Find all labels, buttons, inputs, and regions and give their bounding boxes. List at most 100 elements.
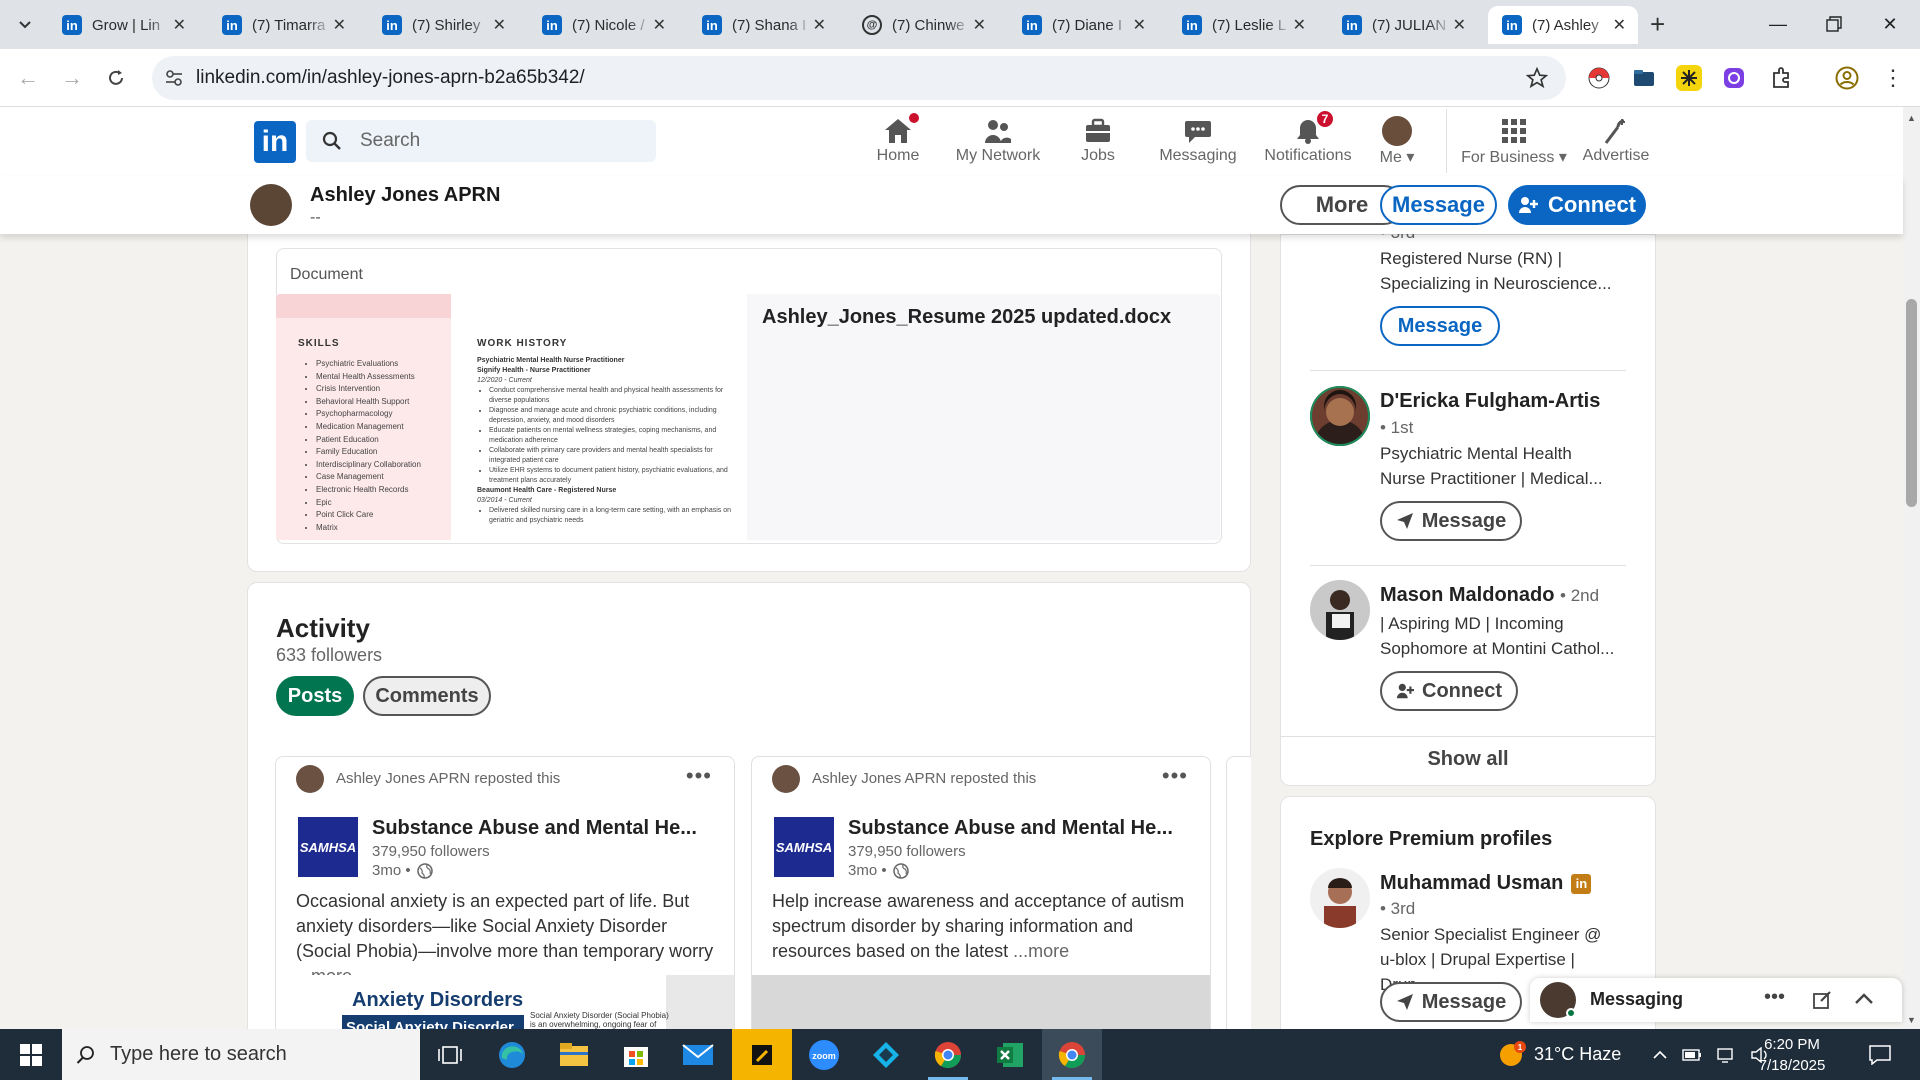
close-tab-icon[interactable]: ✕ (1453, 15, 1466, 35)
browser-tab[interactable]: @ (7) Chinwe ✕ (848, 6, 998, 44)
forward-button[interactable]: → (56, 62, 88, 94)
folder-extension-icon[interactable] (1631, 65, 1657, 91)
browser-tab[interactable]: in (7) Shirley ✕ (368, 6, 518, 44)
sticky-notes-icon[interactable] (732, 1029, 792, 1080)
minimize-button[interactable]: — (1750, 0, 1806, 48)
restore-button[interactable] (1806, 0, 1862, 48)
start-button[interactable] (0, 1029, 62, 1080)
linkedin-logo-icon[interactable]: in (254, 121, 296, 163)
messaging-overlay[interactable]: Messaging ••• (1530, 978, 1902, 1022)
page-scrollbar[interactable]: ▲ ▼ (1903, 107, 1920, 1029)
close-tab-icon[interactable]: ✕ (973, 15, 986, 35)
reload-button[interactable] (100, 62, 132, 94)
back-button[interactable]: ← (12, 62, 44, 94)
weather-widget[interactable]: 1 31°C Haze (1496, 1029, 1621, 1080)
close-tab-icon[interactable]: ✕ (1613, 15, 1626, 35)
chrome-active-icon[interactable] (1042, 1029, 1102, 1080)
scroll-down-arrow-icon[interactable]: ▼ (1907, 1015, 1916, 1025)
tab-comments[interactable]: Comments (363, 676, 491, 716)
samhsa-logo[interactable]: SAMHSA (774, 817, 834, 877)
close-tab-icon[interactable]: ✕ (1133, 15, 1146, 35)
browser-tab[interactable]: in (7) Nicole / ✕ (528, 6, 678, 44)
browser-tab[interactable]: in (7) Timarra ✕ (208, 6, 358, 44)
browser-tab[interactable]: in Grow | Lin ✕ (48, 6, 198, 44)
see-more-link[interactable]: ...more (1013, 941, 1069, 961)
followers-count[interactable]: 633 followers (276, 645, 382, 666)
org-name[interactable]: Substance Abuse and Mental He... (372, 817, 712, 840)
samhsa-logo[interactable]: SAMHSA (298, 817, 358, 877)
nav-messaging[interactable]: Messaging (1150, 115, 1246, 165)
compose-icon[interactable] (1812, 990, 1832, 1010)
nav-me[interactable]: Me ▾ (1372, 115, 1422, 167)
messaging-menu-icon[interactable]: ••• (1764, 986, 1785, 1009)
connect-button[interactable]: Connect (1508, 185, 1646, 225)
activity-post[interactable]: Ashley Jones APRN reposted this ••• SAMH… (751, 756, 1211, 1056)
person-name-row[interactable]: Muhammad Usman in (1380, 872, 1592, 895)
message-button[interactable]: Message (1380, 501, 1522, 541)
search-input[interactable]: Search (306, 120, 656, 162)
connect-button[interactable]: Connect (1380, 671, 1518, 711)
close-tab-icon[interactable]: ✕ (813, 15, 826, 35)
extensions-puzzle-icon[interactable] (1768, 65, 1794, 91)
close-tab-icon[interactable]: ✕ (1293, 15, 1306, 35)
person-name-row[interactable]: Mason Maldonado • 2nd (1380, 584, 1599, 607)
notification-center-icon[interactable] (1852, 1029, 1908, 1080)
taskbar-search-input[interactable]: Type here to search (62, 1029, 420, 1080)
message-button[interactable]: Message (1380, 185, 1497, 225)
browser-tab-active[interactable]: in (7) Ashley ✕ (1488, 6, 1638, 44)
kodi-icon[interactable] (856, 1029, 916, 1080)
tab-posts[interactable]: Posts (276, 676, 354, 716)
taskbar-clock[interactable]: 6:20 PM 7/18/2025 (1750, 1034, 1834, 1076)
nav-for-business[interactable]: For Business ▾ (1456, 115, 1572, 167)
bookmark-star-icon[interactable] (1526, 67, 1548, 89)
nav-notifications[interactable]: 7 Notifications (1252, 109, 1364, 165)
browser-tab[interactable]: in (7) Leslie L ✕ (1168, 6, 1318, 44)
network-icon[interactable] (1716, 1047, 1736, 1063)
org-name[interactable]: Substance Abuse and Mental He... (848, 817, 1188, 840)
activity-post[interactable]: Ashley Jones APRN reposted this ••• SAMH… (275, 756, 735, 1056)
show-all-button[interactable]: Show all (1280, 748, 1656, 771)
spark-extension-icon[interactable] (1676, 65, 1702, 91)
nav-advertise[interactable]: Advertise (1580, 115, 1652, 165)
post-menu-icon[interactable]: ••• (686, 763, 712, 789)
mail-icon[interactable] (668, 1029, 728, 1080)
person-avatar[interactable] (1310, 580, 1370, 640)
browser-tab[interactable]: in (7) JULIAN ✕ (1328, 6, 1478, 44)
person-avatar[interactable] (1310, 868, 1370, 928)
tab-search-button[interactable] (8, 10, 42, 40)
close-tab-icon[interactable]: ✕ (173, 15, 186, 35)
close-tab-icon[interactable]: ✕ (653, 15, 666, 35)
profile-icon[interactable] (1834, 65, 1860, 91)
browser-tab[interactable]: in (7) Diane I ✕ (1008, 6, 1158, 44)
message-button[interactable]: Message (1380, 982, 1522, 1022)
scroll-up-arrow-icon[interactable]: ▲ (1907, 113, 1916, 123)
edge-icon[interactable] (482, 1029, 542, 1080)
nav-my-network[interactable]: My Network (950, 115, 1046, 165)
site-info-icon[interactable] (152, 69, 196, 87)
file-explorer-icon[interactable] (544, 1029, 604, 1080)
excel-icon[interactable] (980, 1029, 1040, 1080)
document-filename[interactable]: Ashley_Jones_Resume 2025 updated.docx (762, 306, 1171, 329)
tray-overflow-chevron-icon[interactable] (1652, 1050, 1668, 1060)
color-extension-icon[interactable] (1721, 65, 1747, 91)
person-name[interactable]: Muhammad Usman (1380, 872, 1563, 895)
zoom-icon[interactable]: zoom (794, 1029, 854, 1080)
chevron-up-icon[interactable] (1854, 992, 1874, 1006)
person-name[interactable]: D'Ericka Fulgham-Artis (1380, 390, 1600, 413)
new-tab-button[interactable]: + (1650, 10, 1665, 38)
nav-home[interactable]: Home (868, 111, 928, 165)
post-menu-icon[interactable]: ••• (1162, 763, 1188, 789)
close-tab-icon[interactable]: ✕ (493, 15, 506, 35)
address-bar[interactable]: linkedin.com/in/ashley-jones-aprn-b2a65b… (152, 56, 1566, 100)
task-view-icon[interactable] (420, 1029, 480, 1080)
close-window-button[interactable]: ✕ (1862, 0, 1918, 48)
person-name[interactable]: Mason Maldonado (1380, 584, 1554, 606)
battery-icon[interactable] (1682, 1048, 1702, 1062)
browser-tab[interactable]: in (7) Shana I ✕ (688, 6, 838, 44)
browser-menu-icon[interactable]: ⋮ (1880, 65, 1906, 91)
close-tab-icon[interactable]: ✕ (333, 15, 346, 35)
microsoft-store-icon[interactable] (606, 1029, 666, 1080)
pokeball-extension-icon[interactable] (1586, 65, 1612, 91)
person-avatar[interactable] (1310, 386, 1370, 446)
nav-jobs[interactable]: Jobs (1068, 115, 1128, 165)
